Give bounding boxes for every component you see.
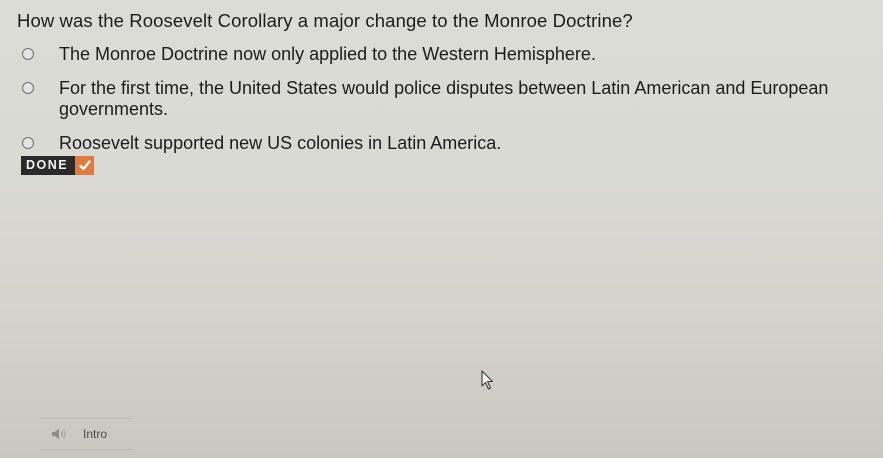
done-label: DONE [21,156,76,175]
answer-option-label: The Monroe Doctrine now only applied to … [59,44,596,64]
answer-option-1[interactable]: The Monroe Doctrine now only applied to … [22,44,877,65]
radio-button[interactable] [22,48,34,60]
answer-options: The Monroe Doctrine now only applied to … [22,44,877,154]
checkmark-icon [75,156,95,175]
answer-option-2[interactable]: For the first time, the United States wo… [22,78,877,120]
mouse-pointer-icon [481,370,495,395]
radio-button[interactable] [22,137,34,149]
answer-option-label: Roosevelt supported new US colonies in L… [59,133,502,153]
answer-option-label: For the first time, the United States wo… [59,78,829,119]
done-button[interactable]: DONE [21,156,95,175]
intro-label: Intro [83,427,108,441]
question-text: How was the Roosevelt Corollary a major … [17,10,633,31]
intro-audio-button[interactable]: Intro [40,418,132,450]
answer-option-3[interactable]: Roosevelt supported new US colonies in L… [22,133,877,154]
speaker-icon [51,427,69,441]
radio-button[interactable] [22,82,34,94]
